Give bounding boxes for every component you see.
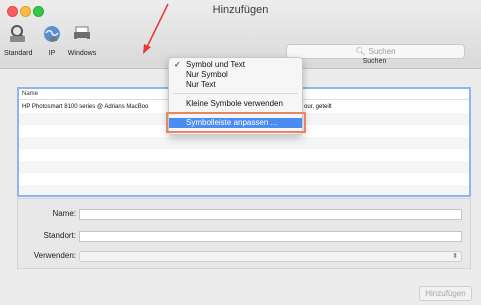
checkmark-icon: ✓	[174, 60, 181, 69]
menu-item-symbol-and-text[interactable]: ✓ Symbol und Text	[169, 60, 302, 70]
menu-separator	[173, 93, 298, 94]
add-printer-window: Hinzufügen Standard IP Windows 🔍︎ Suchen…	[0, 0, 481, 305]
search-area: 🔍︎ Suchen Suchen	[286, 44, 465, 66]
printer-name: HP Photosmart 8100 series @ Adrians MacB…	[22, 104, 149, 110]
list-item	[19, 173, 469, 185]
window-title: Hinzufügen	[212, 4, 269, 16]
toolbar-windows[interactable]: Windows	[63, 24, 101, 57]
menu-item-label: Nur Text	[186, 80, 216, 89]
menu-item-text-only[interactable]: Nur Text	[169, 80, 302, 90]
menu-item-label: Kleine Symbole verwenden	[186, 99, 283, 108]
search-placeholder: Suchen	[368, 47, 396, 56]
list-item	[19, 185, 469, 195]
add-button[interactable]: Hinzufügen	[419, 286, 472, 301]
toolbar-ip-label: IP	[48, 50, 56, 57]
driver-select[interactable]: ⬍	[79, 251, 462, 262]
highlight-box	[166, 112, 306, 133]
printer-kind: our, geteilt	[304, 104, 332, 110]
toolbar-ip[interactable]: IP	[41, 24, 63, 57]
name-label: Name:	[52, 209, 76, 218]
search-label: Suchen	[362, 58, 387, 65]
search-icon: 🔍︎	[355, 47, 366, 56]
menu-item-label: Symbol und Text	[186, 60, 245, 69]
menu-item-label: Nur Symbol	[186, 70, 228, 79]
location-label: Standort:	[43, 231, 76, 240]
chevron-updown-icon: ⬍	[452, 253, 458, 260]
menu-item-symbol-only[interactable]: Nur Symbol	[169, 70, 302, 80]
printer-details-form: Name: Standort: Verwenden: ⬍	[17, 198, 471, 269]
list-item	[19, 161, 469, 173]
globe-icon	[42, 24, 62, 44]
search-input[interactable]: 🔍︎ Suchen	[286, 44, 465, 59]
windows-printer-icon	[72, 24, 92, 44]
use-label: Verwenden:	[33, 251, 76, 260]
menu-item-small-icons[interactable]: Kleine Symbole verwenden	[169, 99, 302, 109]
toolbar-windows-label: Windows	[67, 50, 97, 57]
printer-magnifier-icon	[8, 24, 28, 44]
toolbar-standard-label: Standard	[4, 50, 33, 57]
name-field[interactable]	[79, 209, 462, 220]
toolbar-standard[interactable]: Standard	[4, 24, 32, 57]
list-item	[19, 137, 469, 149]
list-item	[19, 149, 469, 161]
location-field[interactable]	[79, 231, 462, 242]
